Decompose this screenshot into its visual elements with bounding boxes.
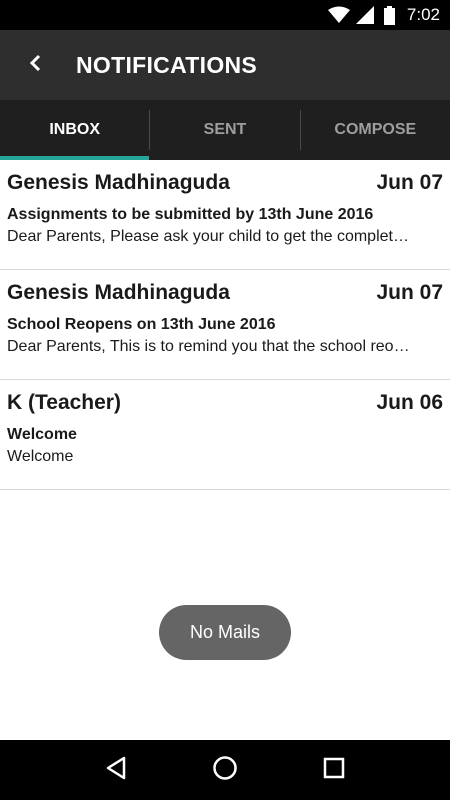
- mail-date: Jun 07: [376, 171, 443, 194]
- system-nav-bar: [0, 740, 450, 800]
- mail-item[interactable]: K (Teacher) Jun 06 Welcome Welcome: [0, 380, 450, 490]
- back-button[interactable]: [0, 30, 70, 100]
- mail-item[interactable]: Genesis Madhinaguda Jun 07 School Reopen…: [0, 270, 450, 380]
- tab-compose[interactable]: COMPOSE: [301, 100, 450, 160]
- wifi-icon: [327, 6, 350, 24]
- back-triangle-icon: [105, 756, 127, 785]
- mail-head: K (Teacher) Jun 06: [7, 390, 443, 416]
- mail-head: Genesis Madhinaguda Jun 07: [7, 280, 443, 306]
- nav-home-button[interactable]: [205, 750, 245, 790]
- mail-subject: Welcome: [7, 426, 77, 443]
- toast-message: No Mails: [159, 605, 291, 660]
- app-bar: NOTIFICATIONS: [0, 30, 450, 100]
- status-icons: 7:02: [327, 0, 440, 30]
- mail-date: Jun 07: [376, 281, 443, 304]
- mail-subject: School Reopens on 13th June 2016: [7, 316, 276, 333]
- mail-subject: Assignments to be submitted by 13th June…: [7, 206, 374, 223]
- tab-bar: INBOX SENT COMPOSE: [0, 100, 450, 160]
- mail-item[interactable]: Genesis Madhinaguda Jun 07 Assignments t…: [0, 160, 450, 270]
- chevron-left-icon: [29, 54, 41, 77]
- mail-sender: K (Teacher): [7, 391, 121, 414]
- nav-recents-button[interactable]: [314, 750, 354, 790]
- mail-list: Genesis Madhinaguda Jun 07 Assignments t…: [0, 160, 450, 490]
- tab-inbox[interactable]: INBOX: [0, 100, 150, 160]
- mail-preview: Welcome: [7, 448, 74, 465]
- mail-sender: Genesis Madhinaguda: [7, 171, 230, 194]
- battery-icon: [383, 5, 395, 25]
- cell-signal-icon: [355, 6, 374, 24]
- page-title: NOTIFICATIONS: [76, 51, 258, 78]
- status-bar: 7:02: [0, 0, 450, 30]
- tab-sent[interactable]: SENT: [150, 100, 299, 160]
- nav-back-button[interactable]: [96, 750, 136, 790]
- mail-date: Jun 06: [376, 391, 443, 414]
- screen: 7:02 NOTIFICATIONS INBOX SENT COMPOSE Ge…: [0, 0, 450, 800]
- mail-sender: Genesis Madhinaguda: [7, 281, 230, 304]
- mail-head: Genesis Madhinaguda Jun 07: [7, 170, 443, 196]
- status-time: 7:02: [406, 5, 440, 24]
- recents-square-icon: [323, 757, 345, 784]
- home-circle-icon: [212, 755, 238, 786]
- mail-preview: Dear Parents, This is to remind you that…: [7, 338, 410, 355]
- mail-preview: Dear Parents, Please ask your child to g…: [7, 228, 409, 245]
